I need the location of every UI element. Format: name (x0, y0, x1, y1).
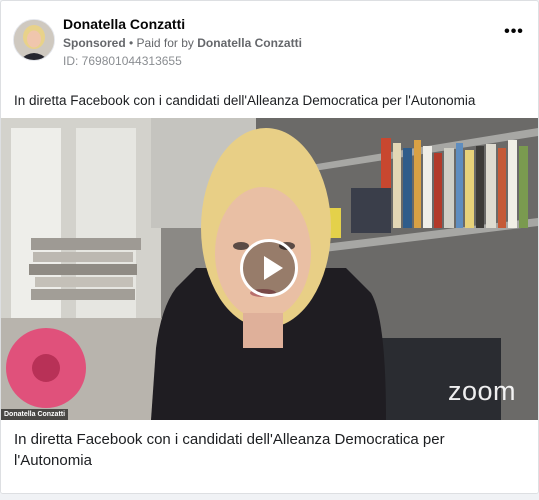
link-caption[interactable]: In diretta Facebook con i candidati dell… (1, 420, 538, 493)
ad-id: ID: 769801044313655 (63, 54, 182, 68)
page-avatar[interactable] (13, 19, 55, 61)
meta-separator: • (125, 36, 137, 50)
post-header: Donatella Conzatti Sponsored • Paid for … (13, 15, 528, 71)
play-icon[interactable] (240, 239, 298, 297)
sponsored-line: Sponsored • Paid for by Donatella Conzat… (63, 36, 302, 50)
speaker-name-tag: Donatella Conzatti (1, 409, 69, 420)
zoom-watermark: zoom (447, 376, 516, 406)
link-caption-text: In diretta Facebook con i candidati dell… (14, 431, 445, 469)
paid-for-prefix: Paid for by (136, 36, 198, 50)
paid-for-name: Donatella Conzatti (197, 36, 302, 50)
post-body-text: In diretta Facebook con i candidati dell… (14, 93, 476, 108)
page-name[interactable]: Donatella Conzatti (63, 16, 185, 32)
video-player[interactable]: zoom Donatella Conzatti (1, 118, 538, 420)
ad-card: Donatella Conzatti Sponsored • Paid for … (0, 0, 539, 494)
sponsored-label: Sponsored (63, 36, 126, 50)
more-options-icon[interactable]: ••• (500, 24, 528, 45)
